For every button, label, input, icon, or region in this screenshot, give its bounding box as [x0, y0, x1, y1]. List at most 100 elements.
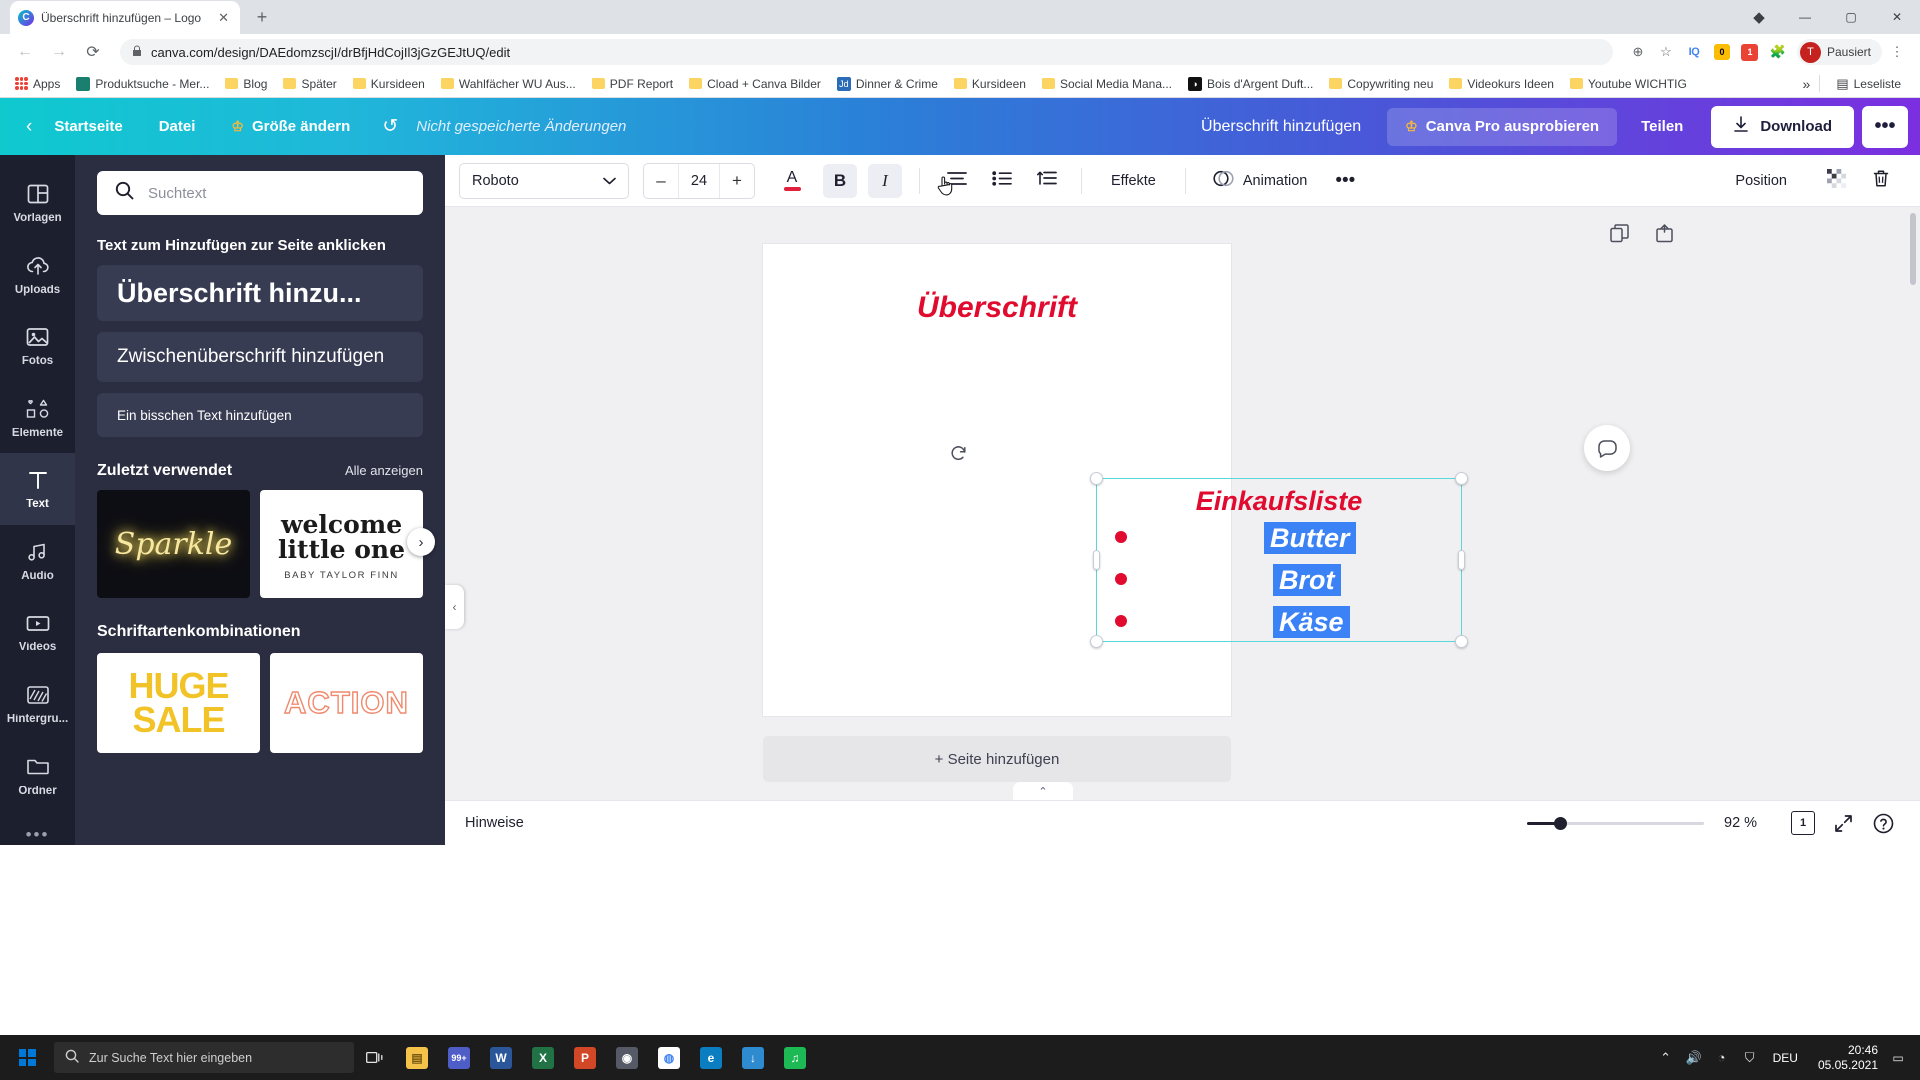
notes-button[interactable]: Hinweise — [465, 815, 524, 831]
taskbar-app-excel[interactable]: X — [522, 1035, 564, 1080]
bookmark-youtube-wichtig[interactable]: Youtube WICHTIG — [1563, 74, 1694, 94]
taskbar-app-spotify[interactable]: ♫ — [774, 1035, 816, 1080]
taskbar-app-download-manager[interactable]: ↓ — [732, 1035, 774, 1080]
font-size-decrease-button[interactable]: – — [644, 164, 678, 198]
sidebar-item-ordner[interactable]: Ordner — [0, 740, 75, 812]
browser-tab[interactable]: C Überschrift hinzufügen – Logo ✕ — [10, 1, 240, 34]
text-color-button[interactable]: A — [775, 164, 809, 198]
yellow-extension-icon[interactable]: 0 — [1709, 39, 1735, 65]
list-item-text[interactable]: Butter — [1264, 522, 1356, 555]
taskbar-app-powerpoint[interactable]: P — [564, 1035, 606, 1080]
sidebar-item-text[interactable]: Text — [0, 453, 75, 525]
bookmark-spaeter[interactable]: Später — [276, 74, 343, 94]
close-icon[interactable]: ✕ — [215, 10, 232, 26]
close-window-button[interactable]: ✕ — [1874, 0, 1920, 33]
design-title[interactable]: Überschrift hinzufügen — [1175, 118, 1387, 136]
download-button[interactable]: Download — [1711, 105, 1854, 148]
resize-handle-left[interactable] — [1093, 550, 1100, 570]
rail-more-button[interactable]: ••• — [26, 825, 50, 845]
sidebar-item-fotos[interactable]: Fotos — [0, 310, 75, 382]
page-heading-text[interactable]: Überschrift — [763, 291, 1231, 325]
add-subheading-option[interactable]: Zwischenüberschrift hinzufügen — [97, 332, 423, 382]
selected-text-frame[interactable]: Einkaufsliste Butter Brot Käse — [1090, 472, 1468, 648]
minimize-button[interactable]: — — [1782, 0, 1828, 33]
bookmark-dinner-crime[interactable]: Jd Dinner & Crime — [830, 74, 945, 94]
puzzle-icon[interactable]: 🧩 — [1765, 39, 1791, 65]
font-family-select[interactable]: Roboto — [459, 162, 629, 199]
add-page-icon[interactable] — [1655, 224, 1674, 248]
toolbar-more-button[interactable]: ••• — [1328, 164, 1362, 198]
language-indicator[interactable]: DEU — [1765, 1051, 1806, 1065]
reload-icon[interactable]: ⟳ — [78, 37, 108, 67]
sidebar-item-videos[interactable]: Videos — [0, 596, 75, 668]
bookmark-kursideen-1[interactable]: Kursideen — [346, 74, 432, 94]
taskbar-app-file-explorer[interactable]: ▤ — [396, 1035, 438, 1080]
help-button[interactable] — [1866, 806, 1900, 840]
rotate-handle[interactable] — [945, 440, 971, 466]
fullscreen-button[interactable] — [1826, 806, 1860, 840]
recent-card-welcome[interactable]: welcome little one BABY TAYLOR FINN — [260, 490, 423, 598]
add-heading-option[interactable]: Überschrift hinzu... — [97, 265, 423, 321]
taskbar-search-input[interactable]: Zur Suche Text hier eingeben — [54, 1042, 354, 1073]
panel-collapse-button[interactable]: ‹ — [445, 585, 464, 629]
volume-icon[interactable]: 🔊 — [1681, 1035, 1707, 1080]
resize-handle-right[interactable] — [1458, 550, 1465, 570]
animation-button[interactable]: Animation — [1203, 168, 1317, 193]
search-input[interactable]: Suchtext — [97, 171, 423, 215]
canvas-collapse-button[interactable]: ⌃ — [1013, 782, 1073, 800]
taskbar-app-edge[interactable]: e — [690, 1035, 732, 1080]
taskbar-app-chrome[interactable]: ◍ — [648, 1035, 690, 1080]
back-button[interactable]: ‹ — [0, 98, 36, 155]
resize-handle-bottom-left[interactable] — [1090, 635, 1103, 648]
bookmarks-overflow-icon[interactable]: » — [1803, 76, 1811, 92]
font-size-value[interactable]: 24 — [678, 163, 720, 198]
resize-handle-top-right[interactable] — [1455, 472, 1468, 485]
comment-button[interactable] — [1584, 425, 1630, 471]
file-menu-button[interactable]: Datei — [141, 98, 214, 155]
chrome-menu-icon[interactable]: ⋮ — [1884, 39, 1910, 65]
sidebar-item-hintergrund[interactable]: Hintergru... — [0, 668, 75, 740]
canvas-area[interactable]: Überschrift Einkaufsliste Butter Brot Kä… — [445, 207, 1920, 800]
start-button[interactable] — [4, 1035, 50, 1080]
profile-chip[interactable]: T Pausiert — [1796, 39, 1882, 65]
font-size-stepper[interactable]: – 24 + — [643, 162, 755, 199]
zoom-slider[interactable] — [1527, 814, 1704, 832]
add-body-text-option[interactable]: Ein bisschen Text hinzufügen — [97, 393, 423, 437]
notification-center-icon[interactable]: ▭ — [1890, 1035, 1906, 1080]
combo-card-huge-sale[interactable]: HUGE SALE — [97, 653, 260, 753]
effects-button[interactable]: Effekte — [1099, 173, 1168, 189]
list-item-text[interactable]: Käse — [1273, 606, 1350, 639]
italic-button[interactable]: I — [868, 163, 902, 198]
bookmark-bois-dargent[interactable]: ◑ Bois d'Argent Duft... — [1181, 74, 1320, 94]
undo-icon[interactable]: ↺ — [368, 98, 412, 155]
home-button[interactable]: Startseite — [36, 98, 140, 155]
canva-pro-button[interactable]: ♔ Canva Pro ausprobieren — [1387, 107, 1618, 146]
network-icon[interactable]: ◔ — [1709, 1035, 1735, 1080]
bookmark-copywriting[interactable]: Copywriting neu — [1322, 74, 1440, 94]
canvas-scrollbar[interactable] — [1910, 213, 1916, 285]
resize-handle-top-left[interactable] — [1090, 472, 1103, 485]
tray-expand-icon[interactable]: ⌃ — [1653, 1035, 1679, 1080]
zoom-slider-knob[interactable] — [1554, 816, 1567, 830]
new-tab-button[interactable]: + — [248, 3, 276, 31]
bookmark-pdf-report[interactable]: PDF Report — [585, 74, 680, 94]
taskbar-app-disc[interactable]: ◉ — [606, 1035, 648, 1080]
bookmark-blog[interactable]: Blog — [218, 74, 274, 94]
page-count-button[interactable]: 1 — [1786, 806, 1820, 840]
recent-show-all-link[interactable]: Alle anzeigen — [345, 463, 423, 478]
extensions-icon[interactable]: ◆ — [1736, 0, 1782, 33]
duplicate-icon[interactable] — [1610, 224, 1629, 248]
bookmark-kursideen-2[interactable]: Kursideen — [947, 74, 1033, 94]
back-icon[interactable]: ← — [10, 37, 40, 67]
transparency-button[interactable] — [1819, 164, 1853, 198]
reading-list-button[interactable]: ▤ Leseliste — [1829, 73, 1908, 95]
taskbar-app-teams[interactable]: 99+ — [438, 1035, 480, 1080]
resize-handle-bottom-right[interactable] — [1455, 635, 1468, 648]
bullet-list-button[interactable] — [985, 164, 1019, 198]
bookmark-apps[interactable]: Apps — [8, 74, 67, 94]
sidebar-item-audio[interactable]: Audio — [0, 525, 75, 597]
bookmark-cload-canva[interactable]: Cload + Canva Bilder — [682, 74, 828, 94]
line-spacing-button[interactable] — [1030, 164, 1064, 198]
bookmark-wahlfaecher[interactable]: Wahlfächer WU Aus... — [434, 74, 583, 94]
bookmark-videokurs[interactable]: Videokurs Ideen — [1442, 74, 1561, 94]
